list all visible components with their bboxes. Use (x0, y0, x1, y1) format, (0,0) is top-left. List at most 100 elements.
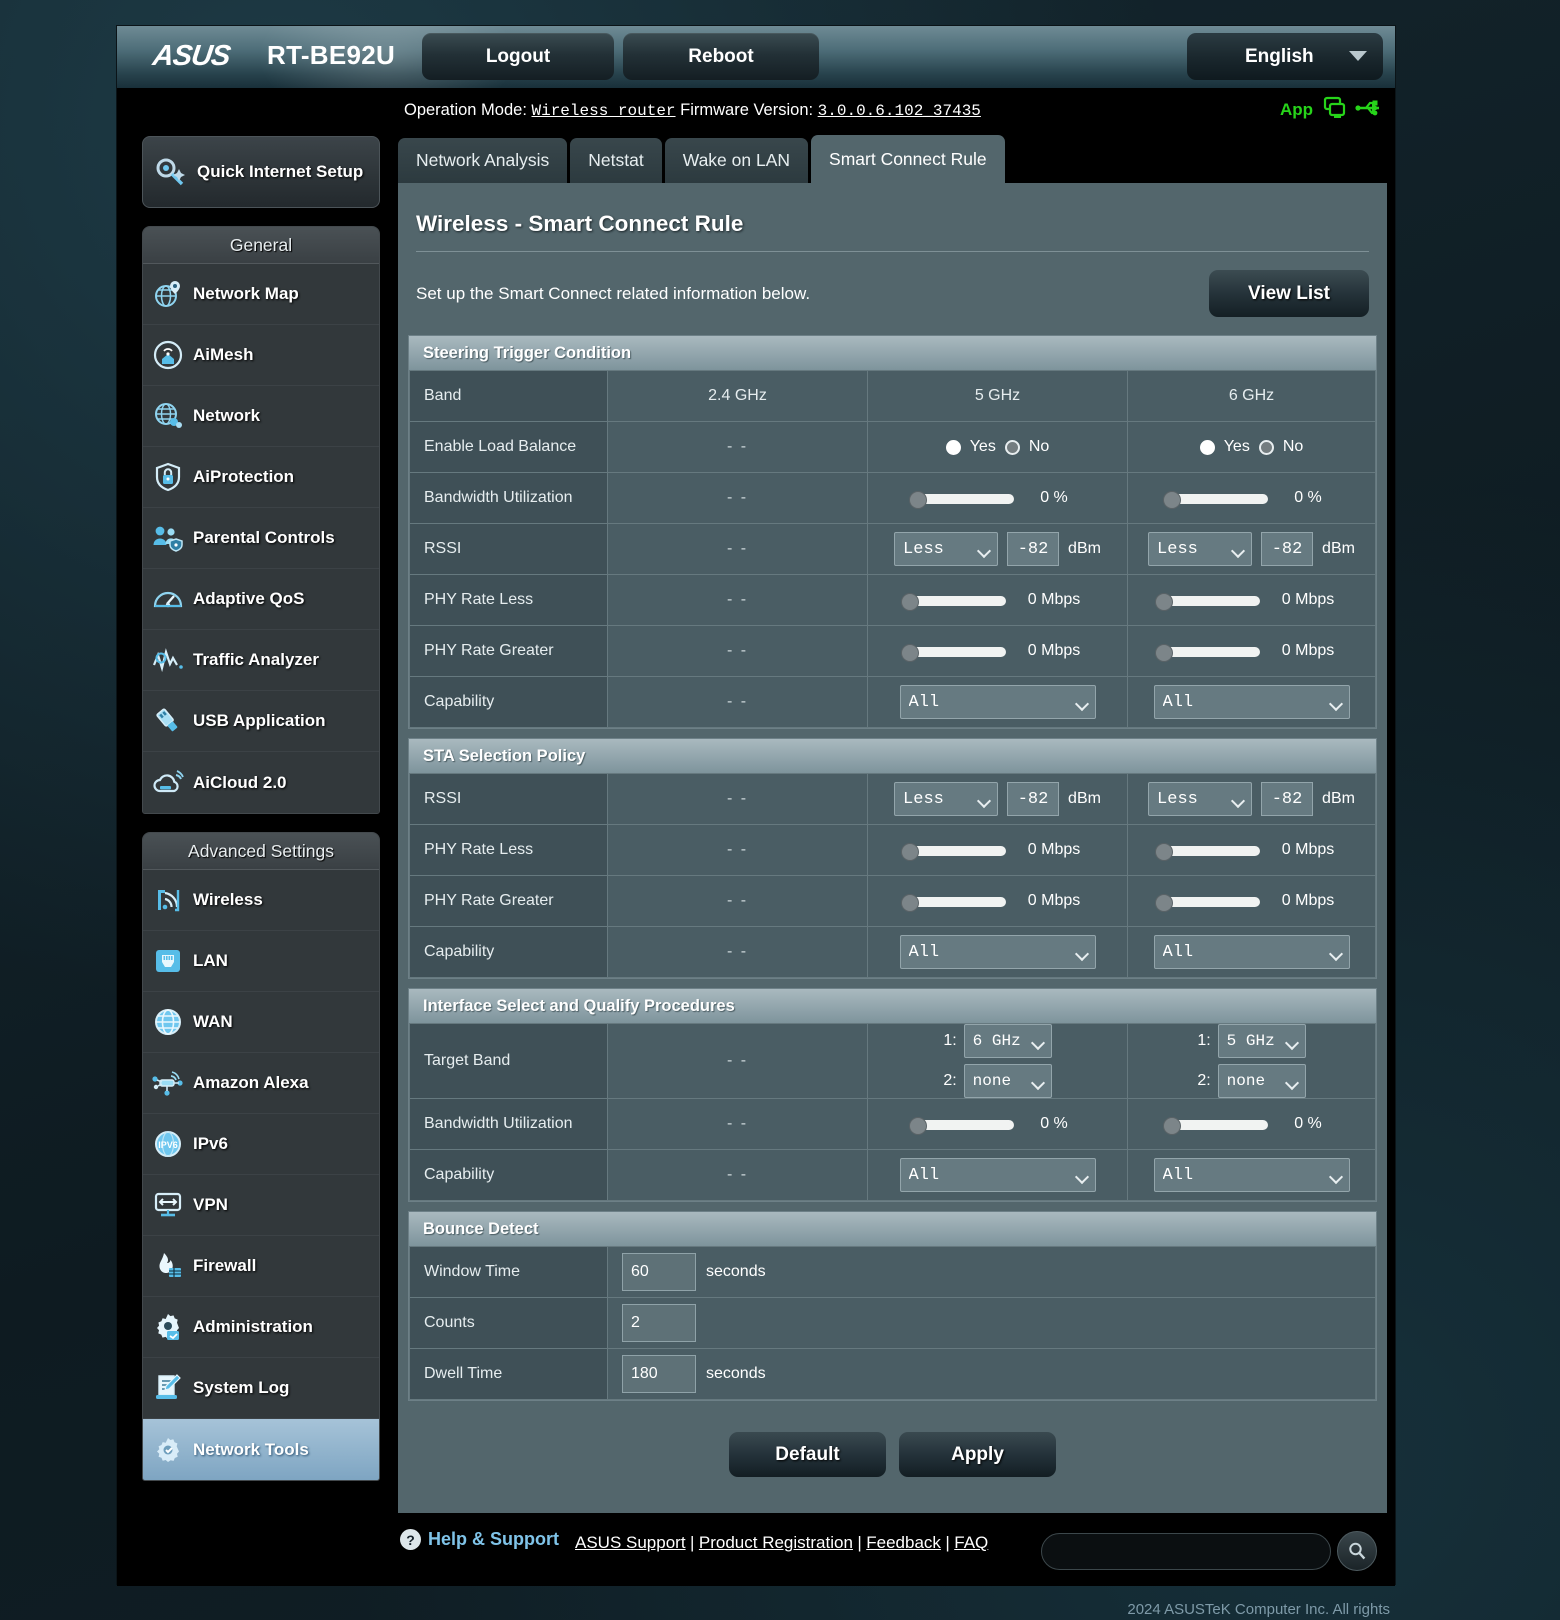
bw-util-value-6ghz: 0 % (1294, 489, 1322, 506)
phy-less-slider-5ghz[interactable] (902, 593, 1006, 610)
rssi-value-input-5ghz[interactable] (1007, 532, 1060, 566)
sidebar-item-adaptive-qos[interactable]: Adaptive QoS (143, 569, 379, 630)
rssi-operator-select-6ghz[interactable]: Less (1148, 532, 1253, 566)
radio-yes-5ghz[interactable] (945, 439, 961, 455)
sidebar-item-network-map[interactable]: Network Map (143, 264, 379, 325)
phy-less-slider-6ghz[interactable] (1156, 593, 1260, 610)
sidebar-item-usb-application[interactable]: USB Application (143, 691, 379, 752)
link-feedback[interactable]: Feedback (866, 1533, 941, 1552)
quick-internet-setup-button[interactable]: Quick Internet Setup (142, 136, 380, 208)
dwell-time-input[interactable] (622, 1355, 696, 1393)
phy-greater-slider-5ghz[interactable] (902, 644, 1006, 661)
default-button[interactable]: Default (729, 1432, 886, 1477)
iface-bw-util-slider-5ghz[interactable] (910, 1117, 1014, 1134)
sidebar-item-network-tools[interactable]: Network Tools (143, 1419, 379, 1480)
search-button[interactable] (1337, 1531, 1377, 1571)
reboot-button[interactable]: Reboot (623, 33, 819, 80)
iface-bw-util-slider-6ghz[interactable] (1164, 1117, 1268, 1134)
bw-util-slider-6ghz[interactable] (1164, 491, 1268, 508)
sta-phy-less-slider-6ghz[interactable] (1156, 843, 1260, 860)
sidebar-item-wan[interactable]: WAN (143, 992, 379, 1053)
sidebar-group-title-advanced: Advanced Settings (143, 833, 379, 870)
link-product-registration[interactable]: Product Registration (699, 1533, 853, 1552)
iface-capability-select-6ghz[interactable]: All (1153, 1158, 1350, 1192)
sidebar-item-administration[interactable]: Administration (143, 1297, 379, 1358)
sta-phy-less-slider-5ghz[interactable] (902, 843, 1006, 860)
sta-phy-greater-slider-6ghz[interactable] (1156, 894, 1260, 911)
sidebar-item-aiprotection[interactable]: AiProtection (143, 447, 379, 508)
sidebar-item-traffic-analyzer[interactable]: Traffic Analyzer (143, 630, 379, 691)
sidebar-item-firewall[interactable]: Firewall (143, 1236, 379, 1297)
sidebar-group-general: General Network Map AiMesh Network AiPro… (142, 226, 380, 814)
rssi-value-input-6ghz[interactable] (1261, 532, 1314, 566)
sta-phy-greater-value-6ghz: 0 Mbps (1281, 892, 1335, 909)
parental-controls-icon (143, 523, 193, 553)
logout-button[interactable]: Logout (422, 33, 614, 80)
app-screen-icon[interactable] (1321, 96, 1347, 125)
search-input[interactable] (1041, 1532, 1331, 1570)
tab-network-analysis[interactable]: Network Analysis (398, 138, 568, 183)
network-icon (143, 401, 193, 431)
capability-select-6ghz[interactable]: All (1153, 685, 1350, 719)
link-faq[interactable]: FAQ (954, 1533, 988, 1552)
usb-icon[interactable] (1355, 96, 1385, 125)
radio-yes-label: Yes (969, 438, 996, 455)
row-label: Capability (409, 676, 608, 728)
bw-util-slider-5ghz[interactable] (910, 491, 1014, 508)
sidebar-item-system-log[interactable]: System Log (143, 1358, 379, 1419)
radio-no-6ghz[interactable] (1258, 439, 1274, 455)
tab-wake-on-lan[interactable]: Wake on LAN (664, 138, 809, 183)
radio-yes-6ghz[interactable] (1199, 439, 1215, 455)
target-band-select-2-5ghz[interactable]: none (963, 1064, 1052, 1098)
rssi-operator-select-5ghz[interactable]: Less (894, 532, 999, 566)
target-band-select-2-6ghz[interactable]: none (1217, 1064, 1306, 1098)
sta-rssi-value-input-5ghz[interactable] (1007, 782, 1060, 816)
help-support-block[interactable]: ? Help & Support (398, 1529, 559, 1550)
phy-greater-slider-6ghz[interactable] (1156, 644, 1260, 661)
tab-netstat[interactable]: Netstat (570, 138, 662, 183)
tab-smart-connect-rule[interactable]: Smart Connect Rule (811, 135, 1005, 183)
sta-rssi-operator-select-6ghz[interactable]: Less (1148, 782, 1253, 816)
counts-input[interactable] (622, 1304, 696, 1342)
sidebar-item-wireless[interactable]: Wireless (143, 870, 379, 931)
sidebar-item-lan[interactable]: LAN (143, 931, 379, 992)
quick-internet-setup-label: Quick Internet Setup (197, 162, 364, 181)
iface-bw-util-value-5ghz: 0 % (1040, 1115, 1068, 1132)
row-label: Capability (409, 926, 608, 978)
sidebar-item-label: Network Map (193, 284, 299, 303)
sta-capability-select-5ghz[interactable]: All (899, 935, 1096, 969)
link-separator: | (857, 1533, 862, 1552)
capability-select-5ghz[interactable]: All (899, 685, 1096, 719)
sidebar-item-network[interactable]: Network (143, 386, 379, 447)
table-row: Capability - - All All (409, 676, 1376, 728)
sidebar-item-aicloud[interactable]: AiCloud 2.0 (143, 752, 379, 813)
sta-capability-select-6ghz[interactable]: All (1153, 935, 1350, 969)
operation-mode-value[interactable]: Wireless router (532, 102, 676, 120)
row-label: Dwell Time (409, 1348, 608, 1400)
language-selector[interactable]: English (1187, 33, 1383, 80)
firewall-flame-icon (143, 1251, 193, 1281)
sidebar-group-title-general: General (143, 227, 379, 264)
row-label: PHY Rate Greater (409, 875, 608, 927)
cell-na: - - (607, 926, 868, 978)
sidebar-item-ipv6[interactable]: IPV6 IPv6 (143, 1114, 379, 1175)
sidebar-item-parental-controls[interactable]: Parental Controls (143, 508, 379, 569)
sta-phy-greater-slider-5ghz[interactable] (902, 894, 1006, 911)
link-asus-support[interactable]: ASUS Support (575, 1533, 686, 1552)
sidebar-item-amazon-alexa[interactable]: Amazon Alexa (143, 1053, 379, 1114)
window-time-unit: seconds (706, 1263, 766, 1280)
radio-no-5ghz[interactable] (1004, 439, 1020, 455)
firmware-version-value[interactable]: 3.0.0.6.102_37435 (818, 102, 981, 120)
window-time-input[interactable] (622, 1253, 696, 1291)
view-list-button[interactable]: View List (1209, 270, 1369, 317)
iface-capability-select-5ghz[interactable]: All (899, 1158, 1096, 1192)
sidebar-item-vpn[interactable]: VPN (143, 1175, 379, 1236)
target-band-select-1-6ghz[interactable]: 5 GHz (1217, 1024, 1306, 1058)
sta-rssi-value-input-6ghz[interactable] (1261, 782, 1314, 816)
apply-button[interactable]: Apply (899, 1432, 1056, 1477)
operation-mode-text: Operation Mode: Wireless router Firmware… (404, 88, 1395, 133)
sta-rssi-operator-select-5ghz[interactable]: Less (894, 782, 999, 816)
sidebar-item-aimesh[interactable]: AiMesh (143, 325, 379, 386)
row-label: Target Band (409, 1023, 608, 1099)
target-band-select-1-5ghz[interactable]: 6 GHz (963, 1024, 1052, 1058)
